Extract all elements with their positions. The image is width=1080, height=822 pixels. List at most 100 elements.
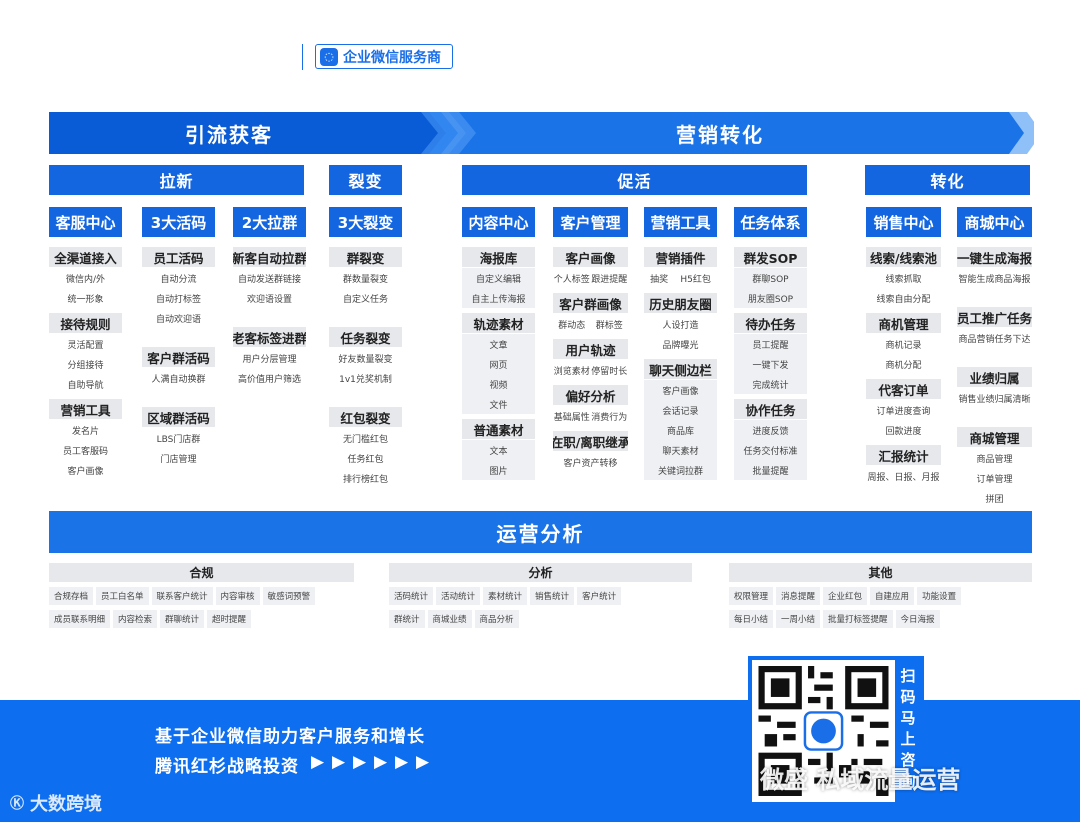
- list-item: 商品库: [644, 420, 717, 440]
- tag: 员工白名单: [96, 587, 149, 605]
- column-group-pull: 2大拉群 新客自动拉群 自动发送群链接 欢迎语设置 老客标签进群 用户分层管理 …: [233, 207, 306, 388]
- sub-heading: 普通素材: [462, 419, 535, 439]
- analysis-group-compliance: 合规 合规存档 员工白名单 联系客户统计 内容审核 敏感词预警 成员联系明细 内…: [49, 563, 354, 628]
- list-item: 排行榜红包: [342, 474, 388, 485]
- list-item: 一键下发: [734, 354, 807, 374]
- column-title: 3大活码: [142, 207, 215, 237]
- tag: 每日小结: [729, 610, 774, 628]
- tag: 客户统计: [577, 587, 622, 605]
- list-item: 1v1兑奖机制: [339, 374, 392, 385]
- tag: 活动统计: [436, 587, 481, 605]
- list-item: 员工提醒: [734, 334, 807, 354]
- tag: 批量打标签提醒: [823, 610, 893, 628]
- sub-heading: 业绩归属: [957, 367, 1032, 387]
- column-title: 客户管理: [553, 207, 628, 237]
- list-item: 视频: [462, 374, 535, 394]
- tag: 群聊统计: [160, 610, 205, 628]
- list-item: 任务交付标准: [734, 440, 807, 460]
- list-item: 回款进度: [885, 426, 922, 437]
- list-item: 好友数量裂变: [338, 354, 393, 365]
- sub-heading: 商城管理: [957, 427, 1032, 447]
- list-item: 自动打标签: [155, 294, 201, 305]
- column-title: 销售中心: [866, 207, 941, 237]
- sub-heading: 全渠道接入: [49, 247, 122, 267]
- list-item: 网页: [462, 354, 535, 374]
- tag: 自建应用: [870, 587, 915, 605]
- list-item: 品牌曝光: [662, 340, 699, 351]
- list-item: 发名片: [71, 426, 99, 437]
- list-item: 订单进度查询: [876, 406, 931, 417]
- group-cuhuo: 促活: [462, 165, 807, 195]
- tag: 商城业绩: [427, 610, 472, 628]
- tag: 超时提醒: [207, 610, 252, 628]
- sub-heading: 聊天侧边栏: [644, 359, 717, 379]
- sub-heading: 一键生成海报: [957, 247, 1032, 267]
- list-item: 自助导航: [67, 380, 104, 391]
- column-title: 商城中心: [957, 207, 1032, 237]
- list-item: 商机记录: [885, 340, 922, 351]
- analysis-group-other: 其他 权限管理 消息提醒 企业红包 自建应用 功能设置 每日小结 一周小结 批量…: [729, 563, 1032, 628]
- column-marketing-tools: 营销工具 营销插件 抽奖 H5红包 历史朋友圈 人设打造 品牌曝光 聊天侧边栏 客…: [644, 207, 717, 480]
- list-item: 图片: [462, 460, 535, 480]
- page: ◌ 企业微信服务商 引流获客 营销转化 拉新 裂变 促活 转化 客服中心 全渠道…: [0, 0, 1080, 822]
- sub-heading: 海报库: [462, 247, 535, 267]
- list-item: 统一形象: [67, 294, 104, 305]
- list-item: 群动态 群标签: [558, 320, 623, 331]
- logo-mark-icon: Ⓚ: [10, 796, 24, 812]
- sub-heading: 用户轨迹: [553, 339, 628, 359]
- tag: 权限管理: [729, 587, 774, 605]
- tag: 合规存档: [49, 587, 94, 605]
- badge-label: 企业微信服务商: [343, 49, 441, 66]
- tag: 群统计: [389, 610, 425, 628]
- tag: 功能设置: [917, 587, 962, 605]
- list-item: 员工客服码: [62, 446, 108, 457]
- list-item: 自主上传海报: [462, 288, 535, 308]
- list-item: 文章: [462, 334, 535, 354]
- list-item: 浏览素材 停留时长: [553, 366, 628, 377]
- list-item: 线索抓取: [885, 274, 922, 285]
- list-item: 人设打造: [662, 320, 699, 331]
- sub-heading: 员工活码: [142, 247, 215, 267]
- sub-heading: 轨迹素材: [462, 313, 535, 333]
- sub-heading: 协作任务: [734, 399, 807, 419]
- list-item: 聊天素材: [644, 440, 717, 460]
- column-task-system: 任务体系 群发SOP 群聊SOP 朋友圈SOP 待办任务 员工提醒 一键下发 完…: [734, 207, 807, 480]
- sub-heading: 任务裂变: [329, 327, 402, 347]
- tag: 成员联系明细: [49, 610, 111, 628]
- tag: 商品分析: [474, 610, 519, 628]
- sub-heading: 营销工具: [49, 399, 122, 419]
- list-item: 朋友圈SOP: [734, 288, 807, 308]
- column-title: 内容中心: [462, 207, 535, 237]
- column-title: 任务体系: [734, 207, 807, 237]
- list-item: 自定义任务: [342, 294, 388, 305]
- list-item: 灵活配置: [67, 340, 104, 351]
- list-item: 自动发送群链接: [237, 274, 301, 285]
- list-item: 批量提醒: [734, 460, 807, 480]
- sub-heading: 接待规则: [49, 313, 122, 333]
- sub-heading: 营销插件: [644, 247, 717, 267]
- footer-line-1: 基于企业微信助力客户服务和增长: [155, 727, 425, 747]
- wecom-icon: ◌: [320, 47, 338, 66]
- banner-left: 引流获客: [185, 122, 273, 147]
- list-item: 客户资产转移: [563, 458, 618, 469]
- tag: 敏感词预警: [262, 587, 316, 605]
- group-title: 分析: [389, 563, 692, 582]
- tag: 联系客户统计: [151, 587, 213, 605]
- list-item: 自定义编辑: [462, 268, 535, 288]
- list-item: 无门槛红包: [342, 434, 388, 445]
- list-item: 商品营销任务下达: [958, 334, 1031, 345]
- tag: 内容审核: [215, 587, 260, 605]
- list-item: 智能生成商品海报: [958, 274, 1031, 285]
- list-item: 商机分配: [885, 360, 922, 371]
- footer-line-2: 腾讯红杉战略投资 ▶ ▶ ▶ ▶ ▶ ▶: [155, 752, 431, 777]
- list-item: 基础属性 消费行为: [553, 412, 628, 423]
- tag: 销售统计: [530, 587, 575, 605]
- tag: 今日海报: [895, 610, 940, 628]
- column-title: 营销工具: [644, 207, 717, 237]
- column-fission: 3大裂变 群裂变 群数量裂变 自定义任务 任务裂变 好友数量裂变 1v1兑奖机制…: [329, 207, 402, 488]
- service-provider-badge: ◌ 企业微信服务商: [315, 44, 453, 69]
- column-sales-center: 销售中心 线索/线索池 线索抓取 线索自由分配 商机管理 商机记录 商机分配 代…: [866, 207, 941, 486]
- analysis-group-analysis: 分析 活码统计 活动统计 素材统计 销售统计 客户统计 群统计 商城业绩 商品分…: [389, 563, 692, 628]
- list-item: 客户画像: [67, 466, 104, 477]
- row: 权限管理 消息提醒 企业红包 自建应用 功能设置: [729, 587, 1032, 605]
